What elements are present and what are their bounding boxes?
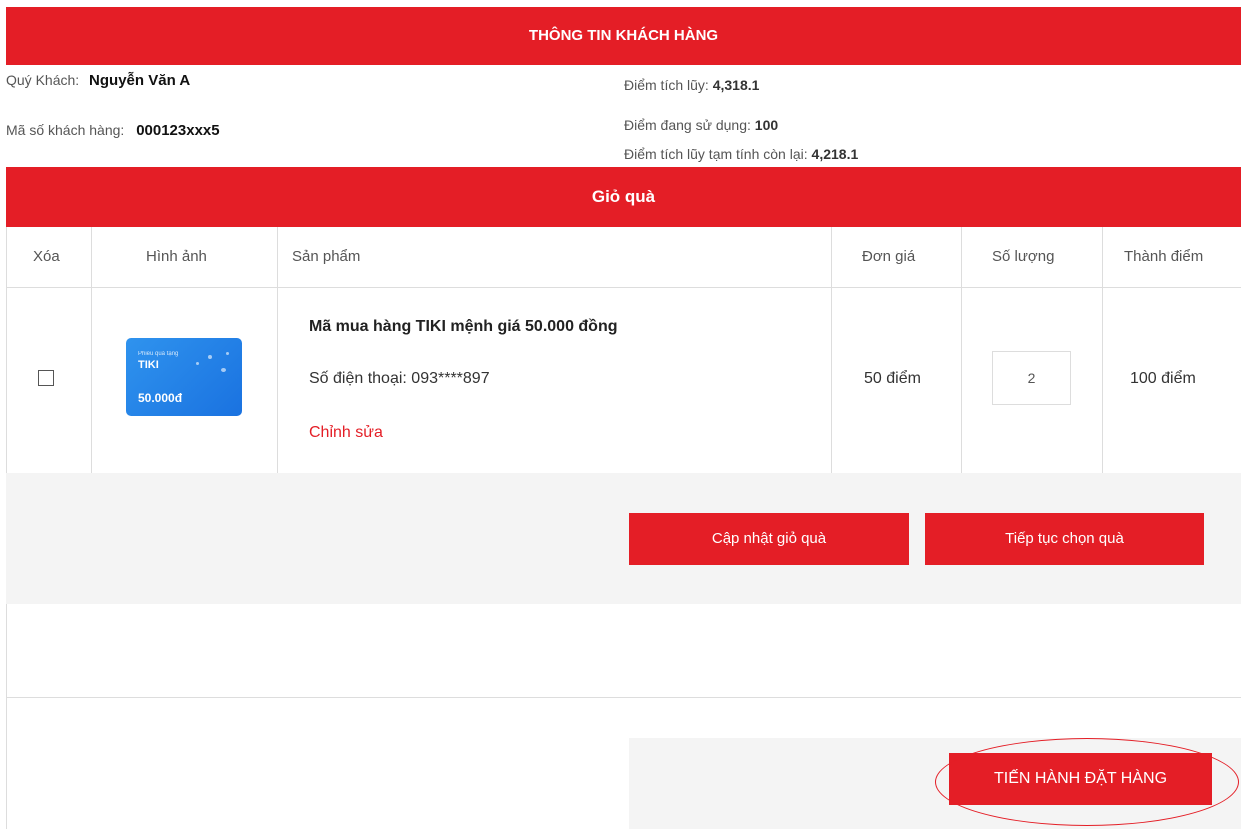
used-points-row: Điểm đang sử dụng: 100 (624, 117, 778, 133)
points-row: Điểm tích lũy: 4,318.1 (624, 77, 759, 93)
used-points-value: 100 (754, 117, 779, 133)
card-amount: 50.000đ (138, 391, 183, 405)
card-decoration (196, 362, 199, 365)
card-brand: TIKI (138, 359, 159, 371)
customer-id-label: Mã số khách hàng: (6, 122, 125, 138)
remaining-points-row: Điểm tích lũy tạm tính còn lại: 4,218.1 (624, 146, 858, 162)
used-points-label: Điểm đang sử dụng: (624, 117, 751, 133)
edit-link[interactable]: Chỉnh sửa (309, 424, 383, 442)
quantity-input[interactable] (992, 351, 1071, 405)
card-decoration (221, 368, 226, 372)
section-divider (6, 697, 1241, 698)
card-small-text: Phiếu quà tặng (138, 351, 179, 357)
col-header-total: Thành điểm (1124, 248, 1204, 265)
continue-shopping-button[interactable]: Tiếp tục chọn quà (925, 513, 1204, 565)
table-col-divider (961, 227, 962, 473)
customer-name-label: Quý Khách: (6, 72, 80, 88)
unit-price: 50 điểm (864, 370, 921, 387)
col-header-delete: Xóa (33, 248, 60, 265)
card-decoration (208, 355, 212, 359)
cart-header: Giỏ quà (6, 167, 1241, 227)
col-header-product: Sản phẩm (292, 248, 361, 265)
customer-name-row: Quý Khách: Nguyễn Văn A (6, 72, 190, 89)
place-order-button[interactable]: TIẾN HÀNH ĐẶT HÀNG (949, 753, 1212, 805)
line-total: 100 điểm (1130, 370, 1196, 387)
customer-id-value: 000123xxx5 (136, 122, 220, 139)
col-header-quantity: Số lượng (992, 248, 1055, 265)
table-col-divider (91, 227, 92, 473)
card-decoration (226, 352, 229, 355)
remaining-points-label: Điểm tích lũy tạm tính còn lại: (624, 146, 808, 162)
table-col-divider (1102, 227, 1103, 473)
product-image: Phiếu quà tặng TIKI 50.000đ (126, 338, 242, 416)
customer-id-row: Mã số khách hàng: 000123xxx5 (6, 122, 220, 139)
update-cart-button[interactable]: Cập nhật giỏ quà (629, 513, 909, 565)
table-col-divider (277, 227, 278, 473)
points-label: Điểm tích lũy: (624, 77, 709, 93)
points-value: 4,318.1 (712, 77, 760, 93)
table-header-divider (6, 287, 1241, 288)
customer-info-header: THÔNG TIN KHÁCH HÀNG (6, 7, 1241, 65)
col-header-unit-price: Đơn giá (862, 248, 916, 265)
section-border-left (6, 604, 7, 829)
product-name: Mã mua hàng TIKI mệnh giá 50.000 đồng (309, 318, 618, 335)
table-col-divider (831, 227, 832, 473)
col-header-image: Hình ảnh (146, 248, 207, 265)
table-border-left (6, 227, 7, 473)
delete-checkbox[interactable] (38, 370, 54, 386)
customer-name-value: Nguyễn Văn A (89, 72, 191, 89)
product-phone: Số điện thoại: 093****897 (309, 370, 490, 387)
remaining-points-value: 4,218.1 (811, 146, 859, 162)
